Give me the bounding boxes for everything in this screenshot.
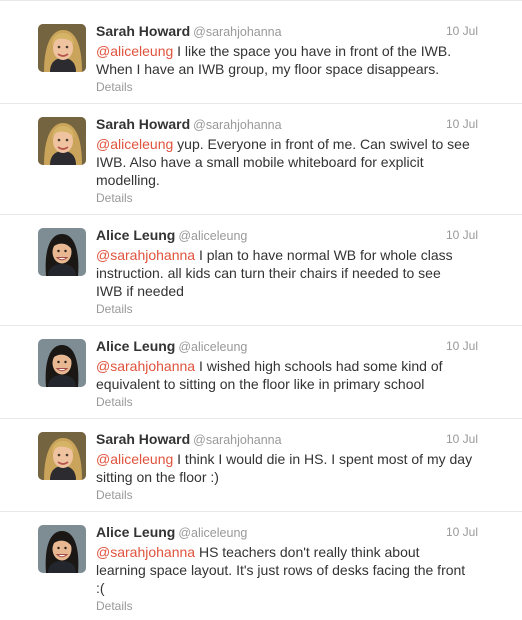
tweet-text: @sarahjohanna HS teachers don't really t… <box>96 543 486 597</box>
avatar[interactable] <box>38 525 86 573</box>
tweet-header: Sarah Howard @sarahjohanna 10 Jul <box>96 23 478 41</box>
author-handle[interactable]: @aliceleung <box>178 526 247 540</box>
tweet-text-line: I plan to have normal WB for whole class <box>195 247 453 263</box>
tweet-item[interactable]: Alice Leung @aliceleung 10 Jul @sarahjoha… <box>0 512 522 620</box>
tweet-text-line: instruction. all kids can turn their cha… <box>96 265 441 281</box>
alice-avatar-icon <box>38 339 86 387</box>
tweet-text-line: learning space layout. It's just rows of… <box>96 562 466 578</box>
mention-link[interactable]: @aliceleung <box>96 451 173 467</box>
avatar[interactable] <box>38 24 86 72</box>
tweet-text-line: HS teachers don't really think about <box>195 544 420 560</box>
tweet-header: Alice Leung @aliceleung 10 Jul <box>96 524 478 542</box>
tweet-text-line: modelling. <box>96 172 160 188</box>
tweet-item[interactable]: Sarah Howard @sarahjohanna 10 Jul @alicel… <box>0 419 522 512</box>
mention-link[interactable]: @sarahjohanna <box>96 247 195 263</box>
author-handle[interactable]: @sarahjohanna <box>193 25 281 39</box>
mention-link[interactable]: @aliceleung <box>96 43 173 59</box>
tweet-text: @sarahjohanna I wished high schools had … <box>96 357 486 393</box>
tweet-text-line: sitting on the floor :) <box>96 469 219 485</box>
details-link[interactable]: Details <box>96 395 133 409</box>
tweet-timestamp[interactable]: 10 Jul <box>446 24 478 38</box>
tweet-timestamp[interactable]: 10 Jul <box>446 432 478 446</box>
avatar[interactable] <box>38 339 86 387</box>
details-link[interactable]: Details <box>96 80 133 94</box>
tweet-text: @aliceleung yup. Everyone in front of me… <box>96 135 486 189</box>
author-name[interactable]: Alice Leung <box>96 524 175 540</box>
author-name[interactable]: Alice Leung <box>96 338 175 354</box>
details-link[interactable]: Details <box>96 488 133 502</box>
tweet-text-line: I wished high schools had some kind of <box>195 358 443 374</box>
tweet-item[interactable]: Sarah Howard @sarahjohanna 10 Jul @alicel… <box>0 104 522 215</box>
author-name[interactable]: Sarah Howard <box>96 431 190 447</box>
author-handle[interactable]: @aliceleung <box>178 229 247 243</box>
alice-avatar-icon <box>38 228 86 276</box>
tweet-item[interactable]: Alice Leung @aliceleung 10 Jul @sarahjoha… <box>0 326 522 419</box>
mention-link[interactable]: @sarahjohanna <box>96 544 195 560</box>
tweet-timestamp[interactable]: 10 Jul <box>446 228 478 242</box>
avatar[interactable] <box>38 228 86 276</box>
tweet-text-line: :( <box>96 580 105 596</box>
tweet-header: Alice Leung @aliceleung 10 Jul <box>96 338 478 356</box>
tweet-item[interactable]: Alice Leung @aliceleung 10 Jul @sarahjoha… <box>0 215 522 326</box>
details-link[interactable]: Details <box>96 191 133 205</box>
mention-link[interactable]: @aliceleung <box>96 136 173 152</box>
details-link[interactable]: Details <box>96 302 133 316</box>
author-name[interactable]: Sarah Howard <box>96 23 190 39</box>
sarah-avatar-icon <box>38 117 86 165</box>
author-name[interactable]: Alice Leung <box>96 227 175 243</box>
tweet-header: Alice Leung @aliceleung 10 Jul <box>96 227 478 245</box>
tweet-text-line: When I have an IWB group, my floor space… <box>96 61 440 77</box>
tweet-text-line: equivalent to sitting on the floor like … <box>96 376 425 392</box>
details-link[interactable]: Details <box>96 599 133 613</box>
author-handle[interactable]: @sarahjohanna <box>193 118 281 132</box>
author-handle[interactable]: @aliceleung <box>178 340 247 354</box>
avatar[interactable] <box>38 117 86 165</box>
tweet-text: @aliceleung I like the space you have in… <box>96 42 486 78</box>
tweet-text: @aliceleung I think I would die in HS. I… <box>96 450 486 486</box>
tweet-text-line: yup. Everyone in front of me. Can swivel… <box>173 136 470 152</box>
mention-link[interactable]: @sarahjohanna <box>96 358 195 374</box>
tweet-text-line: IWB if needed <box>96 283 184 299</box>
avatar[interactable] <box>38 432 86 480</box>
tweet-text-line: I think I would die in HS. I spent most … <box>173 451 473 467</box>
tweet-item[interactable]: Sarah Howard @sarahjohanna 10 Jul @alicel… <box>0 1 522 104</box>
tweet-feed: Sarah Howard @sarahjohanna 10 Jul @alicel… <box>0 0 522 620</box>
tweet-timestamp[interactable]: 10 Jul <box>446 117 478 131</box>
tweet-text-line: IWB. Also have a small mobile whiteboard… <box>96 154 424 170</box>
tweet-timestamp[interactable]: 10 Jul <box>446 525 478 539</box>
tweet-header: Sarah Howard @sarahjohanna 10 Jul <box>96 431 478 449</box>
sarah-avatar-icon <box>38 432 86 480</box>
tweet-timestamp[interactable]: 10 Jul <box>446 339 478 353</box>
tweet-text: @sarahjohanna I plan to have normal WB f… <box>96 246 486 300</box>
author-handle[interactable]: @sarahjohanna <box>193 433 281 447</box>
sarah-avatar-icon <box>38 24 86 72</box>
alice-avatar-icon <box>38 525 86 573</box>
author-name[interactable]: Sarah Howard <box>96 116 190 132</box>
tweet-text-line: I like the space you have in front of th… <box>173 43 452 59</box>
tweet-header: Sarah Howard @sarahjohanna 10 Jul <box>96 116 478 134</box>
